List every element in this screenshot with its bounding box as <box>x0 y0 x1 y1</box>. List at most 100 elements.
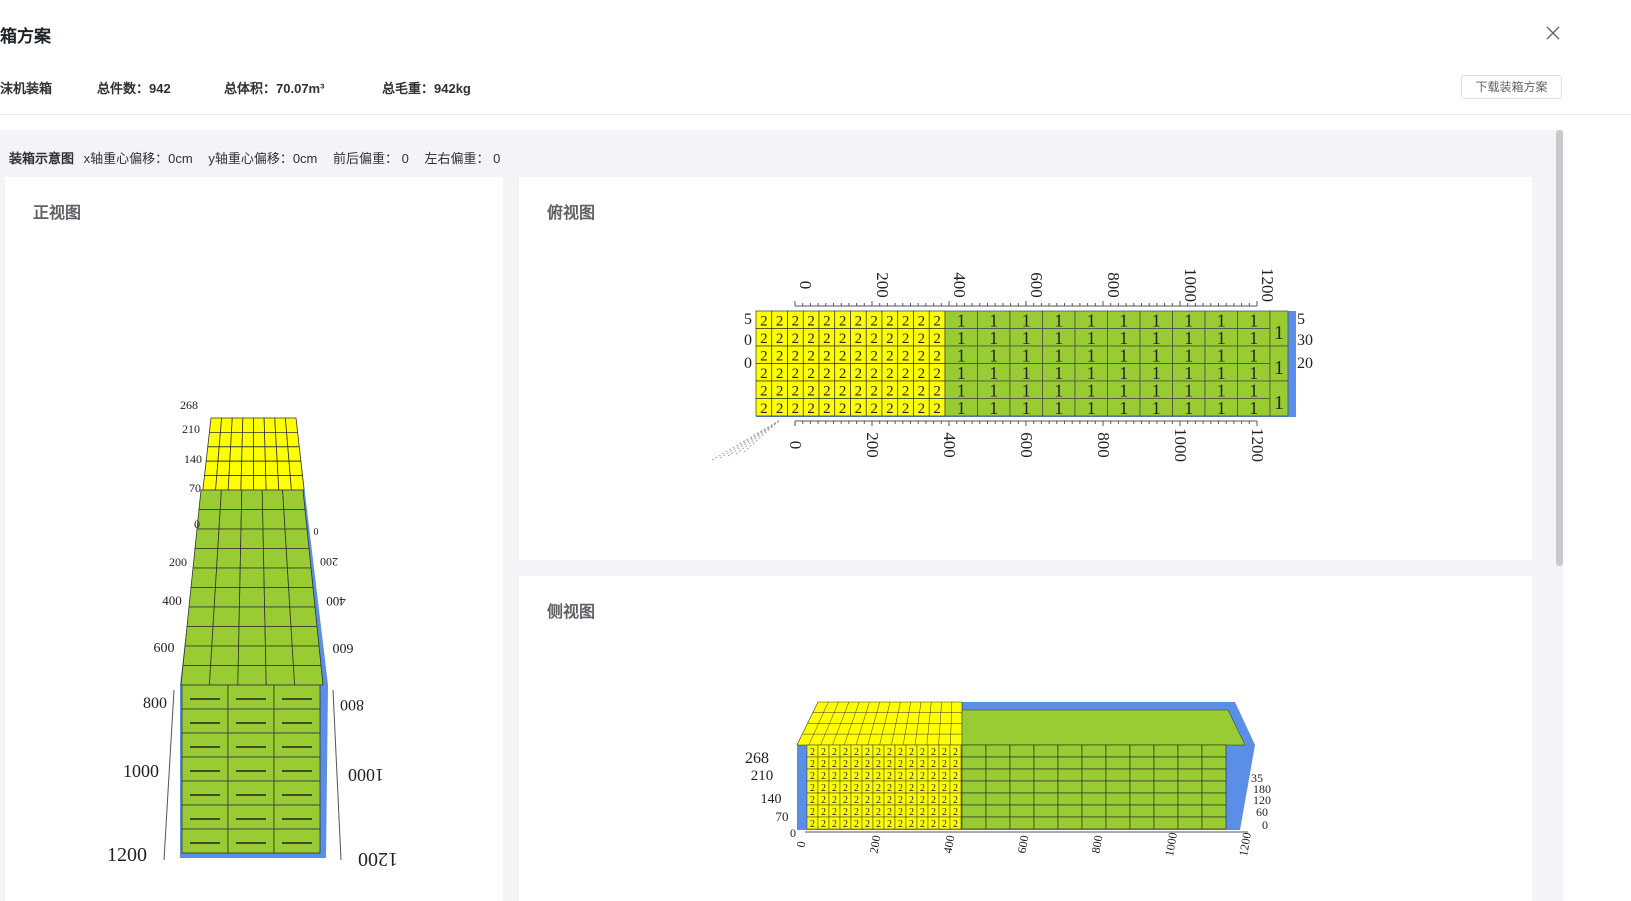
box-label: 2 <box>807 314 815 330</box>
box-item1 <box>1177 780 1203 794</box>
box-item2 <box>227 475 242 491</box>
box-item1 <box>273 708 321 734</box>
box-item2 <box>253 417 265 433</box>
box-item1 <box>1009 816 1035 830</box>
box-item2 <box>240 475 254 491</box>
box-label: 2 <box>823 331 831 347</box>
box-item1 <box>217 528 242 549</box>
box-label: 2 <box>898 795 903 806</box>
box-label: 2 <box>918 384 926 400</box>
box-item1 <box>286 567 314 588</box>
box-item1 <box>261 489 285 510</box>
box-item1 <box>1057 792 1083 806</box>
right-axis-label: 20 <box>1297 355 1313 372</box>
length-axis-label: 1200 <box>107 844 147 866</box>
box-item1 <box>1033 744 1059 758</box>
box-label: 2 <box>865 759 870 770</box>
box-label: 2 <box>902 314 910 330</box>
box-label: 2 <box>832 795 837 806</box>
box-item1 <box>1033 792 1059 806</box>
box-item1 <box>184 626 214 647</box>
box-item1 <box>227 756 275 782</box>
box-label: 2 <box>898 807 903 818</box>
box-item2 <box>264 431 277 448</box>
box-item1 <box>1033 756 1059 770</box>
box-label: 2 <box>931 759 936 770</box>
box-label: 2 <box>865 807 870 818</box>
box-label: 2 <box>887 807 892 818</box>
box-item2 <box>228 460 243 477</box>
top-axis-label: 800 <box>1104 272 1123 298</box>
box-item2 <box>204 460 219 477</box>
box-item1 <box>282 489 306 510</box>
box-label: 2 <box>933 366 941 382</box>
box-item1 <box>1081 780 1107 794</box>
box-item1 <box>273 804 321 830</box>
height-axis-label: 0 <box>194 517 200 531</box>
box-item1 <box>216 548 242 569</box>
box-item1 <box>1033 768 1059 782</box>
length-axis-label: 600 <box>154 641 175 656</box>
length-axis-label-mirror: 600 <box>333 640 354 655</box>
box-item1 <box>181 732 229 758</box>
box-label: 2 <box>839 401 847 417</box>
packing-diagrams: 2 2 2 2 2 2 2 2 2 2 2 2 1 1 1 1 1 1 1 1 1 12 2 2 2 2 2 2 2 2 2 2 2 1 1 1 1 1 1… <box>107 268 1313 870</box>
box-item1 <box>198 489 222 510</box>
box-item2 <box>241 446 254 462</box>
box-item1 <box>291 645 322 666</box>
box-label: 2 <box>942 807 947 818</box>
box-label: 2 <box>920 795 925 806</box>
box-label: 2 <box>843 783 848 794</box>
box-item1 <box>273 684 321 710</box>
right-axis-label: 5 <box>1297 311 1305 328</box>
box-label: 1 <box>1274 322 1284 344</box>
box-item1 <box>227 804 275 830</box>
box-item1 <box>1153 780 1179 794</box>
box-label: 2 <box>760 384 768 400</box>
bottom-axis-label: 1000 <box>1171 428 1190 462</box>
box-item1 <box>290 626 320 647</box>
box-label: 2 <box>870 314 878 330</box>
box-label: 2 <box>876 795 881 806</box>
box-label: 2 <box>792 366 800 382</box>
box-label: 2 <box>920 759 925 770</box>
box-item1 <box>240 528 264 549</box>
box-item1 <box>190 567 218 588</box>
box-label: 2 <box>823 401 831 417</box>
height-axis-label: 268 <box>180 398 198 412</box>
box-item1 <box>1081 744 1107 758</box>
box-label: 1 <box>989 398 998 418</box>
top-axis-label: 1200 <box>1258 268 1277 302</box>
box-item1 <box>1009 804 1035 818</box>
box-label: 2 <box>821 795 826 806</box>
box-label: 2 <box>887 747 892 758</box>
box-item2 <box>253 431 266 448</box>
box-label: 2 <box>839 384 847 400</box>
box-item1 <box>1129 780 1155 794</box>
box-label: 1 <box>1274 392 1284 414</box>
box-item1 <box>1081 804 1107 818</box>
top-axis-label: 200 <box>873 272 892 298</box>
box-label: 2 <box>843 759 848 770</box>
box-item1 <box>238 626 266 647</box>
box-item1 <box>273 732 321 758</box>
box-label: 2 <box>810 771 815 782</box>
box-item1 <box>182 645 213 666</box>
box-label: 2 <box>902 349 910 365</box>
axis-line <box>163 689 175 861</box>
box-label: 2 <box>902 331 910 347</box>
box-item1 <box>985 768 1011 782</box>
box-item1 <box>1153 792 1179 806</box>
box-item1 <box>273 780 321 806</box>
box-item1 <box>1177 792 1203 806</box>
box-label: 2 <box>760 314 768 330</box>
box-label: 2 <box>887 783 892 794</box>
box-label: 2 <box>865 771 870 782</box>
box-label: 2 <box>909 819 914 830</box>
box-item2 <box>274 417 288 433</box>
box-item1 <box>238 606 266 627</box>
box-label: 2 <box>821 807 826 818</box>
box-label: 2 <box>843 819 848 830</box>
box-item1 <box>194 528 220 549</box>
box-item1 <box>1105 816 1131 830</box>
